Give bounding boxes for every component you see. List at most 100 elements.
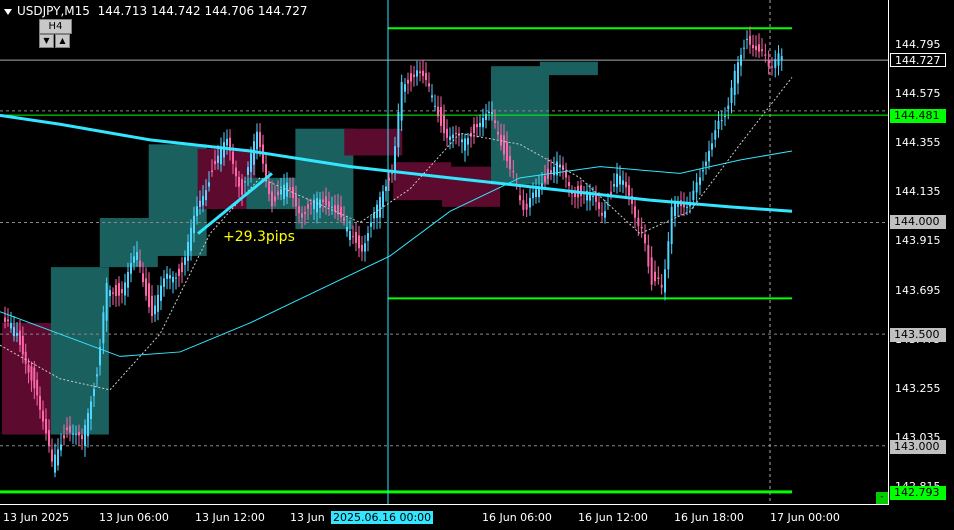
current-price-label: 144.727 bbox=[890, 53, 946, 67]
candle-body bbox=[771, 66, 773, 68]
candle-body bbox=[130, 262, 132, 274]
candle-body bbox=[208, 182, 210, 187]
candle-body bbox=[90, 401, 92, 420]
candle-body bbox=[705, 161, 707, 166]
candle-body bbox=[613, 184, 615, 187]
candle-body bbox=[136, 252, 138, 260]
candle-body bbox=[178, 268, 180, 276]
candle-body bbox=[81, 435, 83, 440]
candle-body bbox=[93, 388, 95, 397]
candle-body bbox=[619, 175, 621, 185]
candle-body bbox=[241, 179, 243, 195]
candle-body bbox=[714, 130, 717, 140]
candle-body bbox=[334, 205, 336, 212]
candle-body bbox=[163, 278, 165, 287]
candle-body bbox=[340, 206, 342, 218]
low-price: 144.706 bbox=[204, 4, 255, 18]
candle-body bbox=[413, 74, 415, 78]
candle-body bbox=[780, 56, 783, 61]
candle-body bbox=[529, 197, 531, 208]
candle-body bbox=[592, 195, 594, 197]
candle-body bbox=[202, 195, 204, 206]
candle-body bbox=[367, 233, 369, 241]
candle-body bbox=[437, 106, 439, 117]
candle-body bbox=[702, 170, 704, 172]
candle-body bbox=[443, 114, 445, 134]
candle-body bbox=[440, 106, 442, 126]
bottom-level-label: 142.793 bbox=[890, 486, 946, 500]
candle-body bbox=[727, 105, 730, 110]
candle-body bbox=[232, 151, 234, 164]
candle-body bbox=[476, 124, 478, 128]
candle-body bbox=[628, 185, 630, 196]
close-price: 144.727 bbox=[257, 4, 308, 18]
candle-body bbox=[601, 212, 603, 216]
candle-body bbox=[42, 410, 44, 422]
candle-body bbox=[72, 433, 74, 435]
candle-body bbox=[39, 395, 41, 410]
candle-body bbox=[379, 196, 381, 218]
candle-body bbox=[535, 189, 537, 197]
price-tick: 143.255 bbox=[895, 382, 941, 395]
chart-menu-triangle-icon[interactable] bbox=[4, 8, 12, 15]
candle-body bbox=[391, 173, 393, 175]
candle-body bbox=[69, 425, 71, 433]
candle-body bbox=[256, 131, 258, 150]
candle-body bbox=[298, 206, 300, 214]
candle-body bbox=[157, 294, 159, 312]
candle-body bbox=[720, 119, 723, 122]
candle-body bbox=[268, 181, 270, 195]
candle-body bbox=[10, 323, 12, 329]
candle-body bbox=[310, 203, 312, 205]
candle-body bbox=[479, 122, 481, 127]
candle-body bbox=[446, 128, 448, 138]
candle-body bbox=[699, 177, 701, 185]
candle-body bbox=[525, 203, 528, 210]
timeframe-button[interactable]: H4 bbox=[39, 19, 72, 34]
candle-body bbox=[358, 235, 360, 249]
candle-body bbox=[124, 282, 126, 296]
h4-box bbox=[539, 61, 598, 76]
open-price: 144.713 bbox=[97, 4, 148, 18]
candle-body bbox=[4, 317, 6, 322]
candle-body bbox=[532, 192, 534, 199]
candle-body bbox=[755, 45, 757, 50]
candle-body bbox=[142, 273, 144, 283]
candle-body bbox=[45, 418, 47, 434]
time-tick: 17 Jun 00:00 bbox=[770, 511, 840, 524]
candle-body bbox=[711, 143, 713, 150]
h4-box bbox=[344, 128, 403, 156]
candle-body bbox=[151, 295, 153, 317]
candle-body bbox=[764, 54, 767, 56]
candle-body bbox=[24, 351, 27, 364]
candle-body bbox=[139, 260, 141, 268]
candle-body bbox=[118, 283, 120, 296]
candle-body bbox=[205, 190, 207, 201]
candle-body bbox=[746, 39, 748, 41]
arrow-down-icon[interactable]: ▼ bbox=[39, 34, 54, 48]
candle-body bbox=[349, 230, 351, 240]
time-tick: 13 Jun 2025 bbox=[3, 511, 70, 524]
candle-body bbox=[410, 73, 412, 82]
candle-body bbox=[761, 49, 763, 52]
time-tick: 13 Jun 12:00 bbox=[195, 511, 265, 524]
candle-body bbox=[767, 60, 770, 67]
candle-body bbox=[397, 112, 400, 148]
arrow-up-icon[interactable]: ▲ bbox=[55, 34, 70, 48]
collapse-button[interactable]: - bbox=[876, 492, 888, 504]
candle-body bbox=[644, 234, 646, 244]
candle-body bbox=[346, 226, 348, 232]
candle-body bbox=[491, 112, 493, 114]
candle-body bbox=[595, 195, 597, 202]
candle-body bbox=[21, 335, 24, 355]
candle-body bbox=[422, 70, 424, 76]
candle-body bbox=[172, 276, 174, 283]
candle-body bbox=[425, 72, 427, 81]
price-chart[interactable] bbox=[0, 0, 954, 530]
candle-body bbox=[364, 243, 366, 252]
candle-body bbox=[419, 71, 421, 74]
candle-body bbox=[404, 84, 406, 92]
candle-body bbox=[647, 245, 650, 267]
candle-body bbox=[743, 47, 745, 49]
candle-body bbox=[482, 117, 484, 128]
